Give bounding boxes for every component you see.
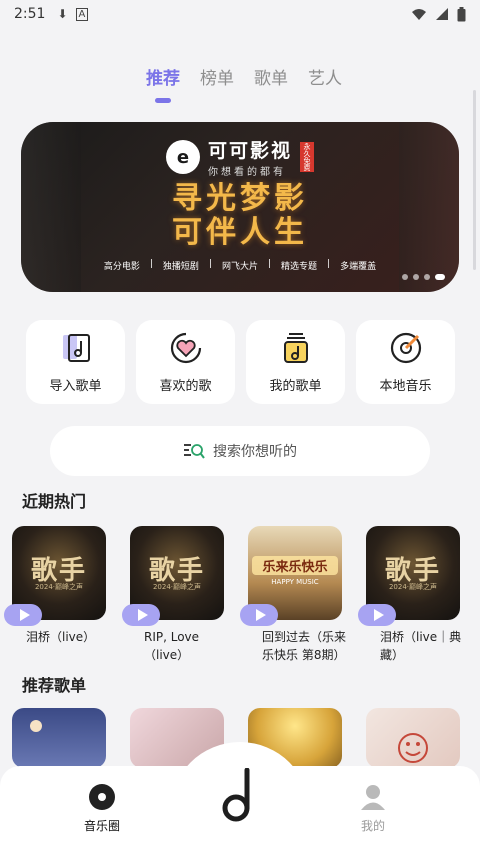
music-note-icon: [222, 768, 250, 822]
status-right: [411, 6, 466, 22]
tab-recommend[interactable]: 推荐: [145, 64, 181, 103]
brand-name: 可可影视: [207, 140, 292, 162]
play-button[interactable]: [358, 604, 396, 626]
cover-subtext: 2024·巅峰之声: [34, 583, 84, 591]
cover-subtext: 2024·巅峰之声: [388, 583, 438, 591]
banner-features: 高分电影 | 独播短剧 | 网飞大片 | 精选专题 | 多端覆盖: [103, 259, 377, 272]
scrollbar[interactable]: [473, 90, 476, 270]
import-playlist-button[interactable]: 导入歌单: [26, 320, 125, 404]
nav-home-label: 音乐圈: [84, 819, 121, 833]
search-input[interactable]: 搜索你想听的: [50, 426, 430, 476]
favorite-songs-label: 喜欢的歌: [159, 378, 212, 394]
song-title: 回到过去（乐来乐快乐 第8期）: [262, 630, 347, 662]
wifi-icon: [412, 9, 426, 20]
signal-icon: [436, 8, 448, 20]
nav-mine-label: 我的: [360, 819, 385, 833]
brand-subtitle: 你想看的都有: [207, 167, 286, 178]
feature-item: 网飞大片: [221, 262, 258, 272]
play-button[interactable]: [240, 604, 278, 626]
battery-icon: [457, 6, 466, 21]
feature-item: 精选专题: [281, 262, 318, 272]
download-icon: ⬇: [57, 7, 68, 21]
brand-tag: 永久免费: [300, 142, 314, 172]
feature-item: 独播短剧: [162, 262, 199, 272]
song-card[interactable]: 歌手 2024·巅峰之声 泪桥（live｜典藏）: [358, 526, 461, 664]
song-card[interactable]: 乐来乐快乐 HAPPY MUSIC 回到过去（乐来乐快乐 第8期）: [240, 526, 346, 664]
import-playlist-label: 导入歌单: [49, 378, 102, 394]
play-button[interactable]: [4, 604, 42, 626]
song-title: 泪桥（live）: [26, 630, 96, 644]
nav-home[interactable]: 音乐圈: [84, 783, 120, 834]
song-card[interactable]: 歌手 2024·巅峰之声 泪桥（live）: [4, 526, 106, 664]
favorite-songs-button[interactable]: 喜欢的歌: [136, 320, 235, 404]
nav-mine[interactable]: 我的: [360, 783, 386, 834]
pager-dot-active[interactable]: [435, 274, 445, 280]
feature-item: 高分电影: [103, 262, 140, 272]
my-playlist-icon: [283, 332, 308, 363]
my-playlist-button[interactable]: 我的歌单: [246, 320, 345, 404]
playlist-cover[interactable]: [12, 708, 106, 768]
tab-charts[interactable]: 榜单: [199, 64, 235, 89]
local-music-label: 本地音乐: [379, 378, 432, 394]
local-music-button[interactable]: 本地音乐: [356, 320, 455, 404]
banner-brand: e 可可影视 你想看的都有 永久免费: [21, 136, 459, 178]
pager-dot[interactable]: [424, 274, 430, 280]
a-icon: A: [75, 7, 89, 21]
song-title: RIP, Love（live）: [144, 630, 200, 662]
user-icon: [361, 785, 385, 810]
banner-pager: [402, 274, 445, 280]
section-title-recent-hot: 近期热门: [22, 492, 87, 511]
cover-subtext: 2024·巅峰之声: [152, 583, 202, 591]
banner-slogan: 寻光梦影 可伴人生: [21, 182, 459, 250]
promo-banner[interactable]: e 可可影视 你想看的都有 永久免费 寻光梦影 可伴人生 高分电影 | 独播短剧 |…: [21, 122, 459, 292]
feature-item: 多端覆盖: [340, 262, 377, 272]
cover-subtext: HAPPY MUSIC: [271, 578, 319, 586]
tab-artists[interactable]: 艺人: [307, 64, 343, 89]
song-card[interactable]: 歌手 2024·巅峰之声 RIP, Love（live）: [122, 526, 224, 664]
my-playlist-label: 我的歌单: [269, 378, 322, 394]
tab-playlists[interactable]: 歌单: [253, 64, 289, 89]
status-time: 2:51: [14, 6, 46, 22]
playlist-cover[interactable]: [366, 708, 460, 768]
play-button[interactable]: [122, 604, 160, 626]
recent-hot-list: 歌手 2024·巅峰之声 泪桥（live） 歌手 2024·巅峰之声 RIP, …: [4, 526, 461, 664]
disc-icon: [89, 784, 115, 810]
slogan-line-2: 可伴人生: [172, 215, 308, 250]
import-playlist-icon: [62, 333, 90, 362]
top-tabs: 推荐 榜单 歌单 艺人: [0, 64, 480, 103]
cover-text: 乐来乐快乐: [252, 556, 338, 575]
song-title: 泪桥（live｜典藏）: [380, 630, 462, 662]
center-music-button[interactable]: [212, 768, 268, 824]
search-placeholder: 搜索你想听的: [213, 444, 297, 460]
local-music-disc-icon: [390, 332, 421, 363]
pager-dot[interactable]: [402, 274, 408, 280]
pager-dot[interactable]: [413, 274, 419, 280]
slogan-line-1: 寻光梦影: [172, 181, 308, 216]
search-icon: [184, 444, 205, 459]
favorite-heart-icon: [170, 332, 201, 363]
section-title-recommended-playlists: 推荐歌单: [22, 676, 87, 695]
smiley-icon: [398, 733, 428, 763]
brand-logo-icon: e: [165, 140, 200, 174]
status-bar: 2:51 ⬇ A: [0, 0, 480, 28]
quick-actions: 导入歌单 喜欢的歌 我的歌单 本地音乐: [26, 320, 455, 404]
